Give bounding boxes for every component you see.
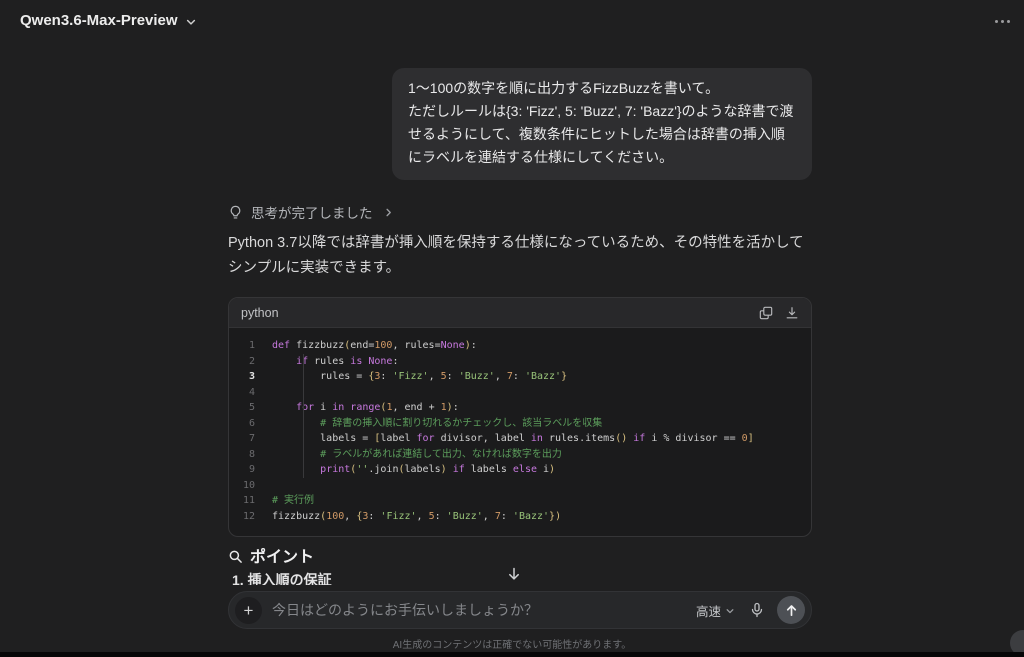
line-number: 7 <box>229 431 255 447</box>
mode-label: 高速 <box>696 601 721 620</box>
code-block: python 1def fizzbuzz(end=100, rules=None… <box>228 297 812 537</box>
message-input[interactable] <box>262 602 696 618</box>
ellipsis-icon <box>995 20 998 23</box>
code-header: python <box>229 298 811 328</box>
mode-selector[interactable]: 高速 <box>696 601 735 620</box>
code-line-text: # ラベルがあれば連結して出力、なければ数字を出力 <box>255 447 562 463</box>
thinking-toggle[interactable]: 思考が完了しました <box>228 202 394 222</box>
code-line-text: labels = [label for divisor, label in ru… <box>255 431 754 447</box>
code-line: 7 labels = [label for divisor, label in … <box>229 431 811 447</box>
plus-icon: + <box>244 598 254 623</box>
line-number: 8 <box>229 447 255 463</box>
scroll-to-bottom-button[interactable] <box>506 563 534 585</box>
line-number: 4 <box>229 385 255 401</box>
code-line-text: # 実行例 <box>255 493 314 509</box>
code-line-text: if rules is None: <box>255 354 399 370</box>
chevron-down-icon <box>725 606 735 616</box>
copy-code-button[interactable] <box>759 306 773 320</box>
code-line-text: for i in range(1, end + 1): <box>255 400 459 416</box>
arrow-up-icon <box>784 603 799 618</box>
code-line: 8 # ラベルがあれば連結して出力、なければ数字を出力 <box>229 447 811 463</box>
code-line-text <box>255 385 278 401</box>
line-number: 9 <box>229 462 255 478</box>
download-code-button[interactable] <box>785 306 799 320</box>
bottom-edge <box>0 652 1024 657</box>
code-line: 12fizzbuzz(100, {3: 'Fizz', 5: 'Buzz', 7… <box>229 509 811 525</box>
answer-paragraph: Python 3.7以降では辞書が挿入順を保持する仕様になっているため、その特性… <box>228 231 812 281</box>
line-number: 5 <box>229 400 255 416</box>
lightbulb-icon <box>228 205 243 220</box>
chevron-down-icon <box>185 16 197 28</box>
code-line-text: fizzbuzz(100, {3: 'Fizz', 5: 'Buzz', 7: … <box>255 509 561 525</box>
more-options-button[interactable] <box>995 14 1010 28</box>
code-line: 2 if rules is None: <box>229 354 811 370</box>
copy-icon <box>759 306 773 320</box>
model-selector[interactable]: Qwen3.6-Max-Preview <box>20 12 197 29</box>
thinking-label: 思考が完了しました <box>251 202 373 222</box>
send-button[interactable] <box>777 596 805 624</box>
composer: + 高速 <box>228 591 812 629</box>
line-number: 12 <box>229 509 255 525</box>
code-line-text: print(''.join(labels) if labels else i) <box>255 462 555 478</box>
mic-button[interactable] <box>749 602 765 618</box>
code-line-text: # 辞書の挿入順に割り切れるかチェックし、該当ラベルを収集 <box>255 416 602 432</box>
line-number: 10 <box>229 478 255 494</box>
code-line: 4 <box>229 385 811 401</box>
points-heading-text: ポイント <box>250 543 314 567</box>
code-line-text: def fizzbuzz(end=100, rules=None): <box>255 338 477 354</box>
code-line: 10 <box>229 478 811 494</box>
code-language-label: python <box>241 306 279 320</box>
code-line: 3 rules = {3: 'Fizz', 5: 'Buzz', 7: 'Baz… <box>229 369 811 385</box>
line-number: 6 <box>229 416 255 432</box>
code-line-text: rules = {3: 'Fizz', 5: 'Buzz', 7: 'Bazz'… <box>255 369 567 385</box>
code-line: 5 for i in range(1, end + 1): <box>229 400 811 416</box>
code-line: 11# 実行例 <box>229 493 811 509</box>
line-number: 1 <box>229 338 255 354</box>
code-line: 1def fizzbuzz(end=100, rules=None): <box>229 338 811 354</box>
microphone-icon <box>749 602 765 618</box>
model-name: Qwen3.6-Max-Preview <box>20 12 178 29</box>
magnifier-icon <box>228 549 243 564</box>
line-number: 3 <box>229 369 255 385</box>
download-icon <box>785 306 799 320</box>
points-heading: ポイント <box>228 543 314 567</box>
arrow-down-icon <box>506 566 534 582</box>
code-line: 9 print(''.join(labels) if labels else i… <box>229 462 811 478</box>
code-body: 1def fizzbuzz(end=100, rules=None):2 if … <box>229 328 811 536</box>
line-number: 2 <box>229 354 255 370</box>
ai-disclaimer: AI生成のコンテンツは正確でない可能性があります。 <box>0 636 1024 651</box>
code-lines: 1def fizzbuzz(end=100, rules=None):2 if … <box>229 338 811 524</box>
chat-column: 1〜100の数字を順に出力するFizzBuzzを書いて。 ただしルールは{3: … <box>228 0 812 657</box>
code-line: 6 # 辞書の挿入順に割り切れるかチェックし、該当ラベルを収集 <box>229 416 811 432</box>
chevron-right-icon <box>383 207 394 218</box>
indent-guide <box>303 354 304 478</box>
user-message-bubble: 1〜100の数字を順に出力するFizzBuzzを書いて。 ただしルールは{3: … <box>392 68 812 180</box>
line-number: 11 <box>229 493 255 509</box>
add-attachment-button[interactable]: + <box>235 597 262 624</box>
code-line-text <box>255 478 278 494</box>
